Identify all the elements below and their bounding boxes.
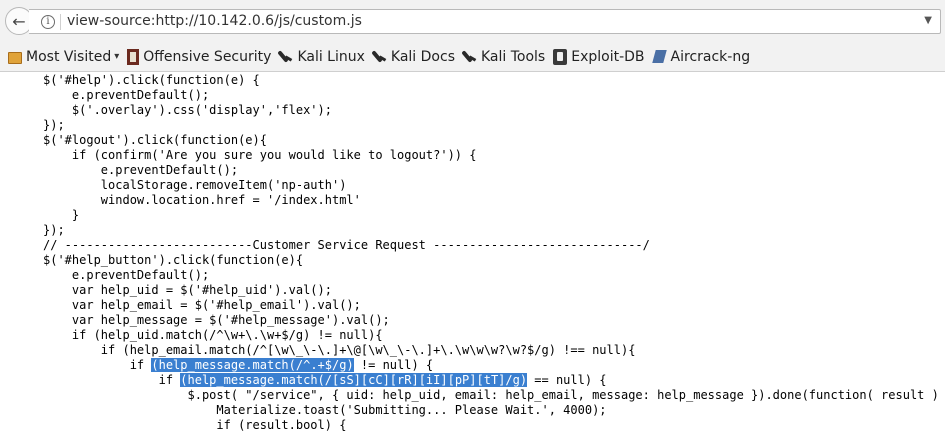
code-text: window.location.href = '/index.html' [43,193,361,207]
selected-code-text: (help_message.match(/[sS][cC][rR][iI][pP… [180,373,528,387]
code-text: $('.overlay').css('display','flex'); [43,103,332,117]
code-text: $('#logout').click(function(e){ [43,133,267,147]
code-text: e.preventDefault(); [43,163,239,177]
url-text[interactable]: view-source:http://10.142.0.6/js/custom.… [67,13,362,29]
bookmark-label: Kali Docs [390,48,455,65]
code-text: var help_uid = $('#help_uid').val(); [43,283,332,297]
code-line: if (help_message.match(/[sS][cC][rR][iI]… [43,373,607,388]
bookmark-label: Kali Linux [297,48,365,65]
code-line: $('.overlay').css('display','flex'); [43,103,332,118]
bookmark-offensive-security[interactable]: Offensive Security [123,45,275,69]
code-line: localStorage.removeItem('np-auth') [43,178,347,193]
code-text: Materialize.toast('Submitting... Please … [43,403,607,417]
code-line: }); [43,223,65,238]
code-line: var help_uid = $('#help_uid').val(); [43,283,332,298]
code-text: != null) { [353,358,434,372]
code-text: if (help_email.match(/^[\w\_\-\.]+\@[\w\… [43,343,636,357]
aircrack-icon [653,49,667,65]
bookmark-most-visited[interactable]: Most Visited ▾ [4,45,123,69]
chevron-down-icon: ▾ [114,51,120,62]
code-text: $('#help').click(function(e) { [43,73,260,87]
code-text: var help_email = $('#help_email').val(); [43,298,361,312]
navigation-bar: ← i view-source:http://10.142.0.6/js/cus… [0,0,945,42]
code-line: if (help_uid.match(/^\w+\.\w+$/g) != nul… [43,328,383,343]
code-line: }); [43,118,65,133]
code-line: if (confirm('Are you sure you would like… [43,148,477,163]
code-line: if (result.bool) { [43,418,346,432]
code-line: Materialize.toast('Submitting... Please … [43,403,607,418]
bookmarks-toolbar: Most Visited ▾ Offensive Security Kali L… [0,42,945,72]
source-code-view[interactable]: $('#help').click(function(e) { e.prevent… [0,72,945,432]
code-text: $.post( "/service", { uid: help_uid, ema… [43,388,945,402]
offsec-icon [127,48,140,65]
code-line: e.preventDefault(); [43,268,209,283]
code-line: e.preventDefault(); [43,163,238,178]
bookmark-kali-tools[interactable]: Kali Tools [459,45,549,69]
code-text: if [43,358,152,372]
code-text: if (result.bool) { [43,418,347,432]
folder-icon [8,51,22,64]
code-line: $('#help').click(function(e) { [43,73,260,88]
code-line: if (help_message.match(/^.+$/g) != null)… [43,358,433,373]
code-line: e.preventDefault(); [43,88,209,103]
code-line: window.location.href = '/index.html' [43,193,361,208]
exploit-db-icon [553,48,568,65]
kali-dragon-icon [373,49,387,65]
code-text: == null) { [527,373,607,387]
code-line: $('#help_button').click(function(e){ [43,253,303,268]
bookmark-kali-linux[interactable]: Kali Linux [275,45,368,69]
code-line: var help_email = $('#help_email').val(); [43,298,361,313]
kali-dragon-icon [279,49,293,65]
bookmark-label: Aircrack-ng [670,48,751,65]
code-line: } [43,208,79,223]
code-text: localStorage.removeItem('np-auth') [43,178,347,192]
code-text: } [43,208,80,222]
url-bar[interactable]: i view-source:http://10.142.0.6/js/custo… [29,9,941,34]
url-dropdown-icon[interactable]: ▼ [924,15,932,26]
arrow-left-icon: ← [12,11,26,31]
bookmark-kali-docs[interactable]: Kali Docs [369,45,459,69]
kali-dragon-icon [463,49,477,65]
code-line: if (help_email.match(/^[\w\_\-\.]+\@[\w\… [43,343,636,358]
url-separator [60,14,61,30]
info-icon[interactable]: i [41,15,55,29]
bookmark-aircrack-ng[interactable]: Aircrack-ng [649,45,755,69]
code-line: var help_message = $('#help_message').va… [43,313,390,328]
bookmark-label: Kali Tools [481,48,546,65]
code-text: if (confirm('Are you sure you would like… [43,148,477,162]
code-line: // --------------------------Customer Se… [43,238,650,253]
code-text: if [43,373,181,387]
code-text: var help_message = $('#help_message').va… [43,313,390,327]
code-text: if (help_uid.match(/^\w+\.\w+$/g) != nul… [43,328,383,342]
bookmark-label: Exploit-DB [571,48,645,65]
bookmark-exploit-db[interactable]: Exploit-DB [549,45,648,69]
code-text: $('#help_button').click(function(e){ [43,253,304,267]
code-text: }); [43,223,65,237]
bookmark-label: Offensive Security [143,48,272,65]
code-text: // --------------------------Customer Se… [43,238,650,252]
code-line: $('#logout').click(function(e){ [43,133,267,148]
code-line: $.post( "/service", { uid: help_uid, ema… [43,388,945,403]
code-text: e.preventDefault(); [43,268,210,282]
code-text: }); [43,118,65,132]
code-text: e.preventDefault(); [43,88,210,102]
bookmark-label: Most Visited [26,48,112,65]
selected-code-text: (help_message.match(/^.+$/g) [151,358,354,372]
